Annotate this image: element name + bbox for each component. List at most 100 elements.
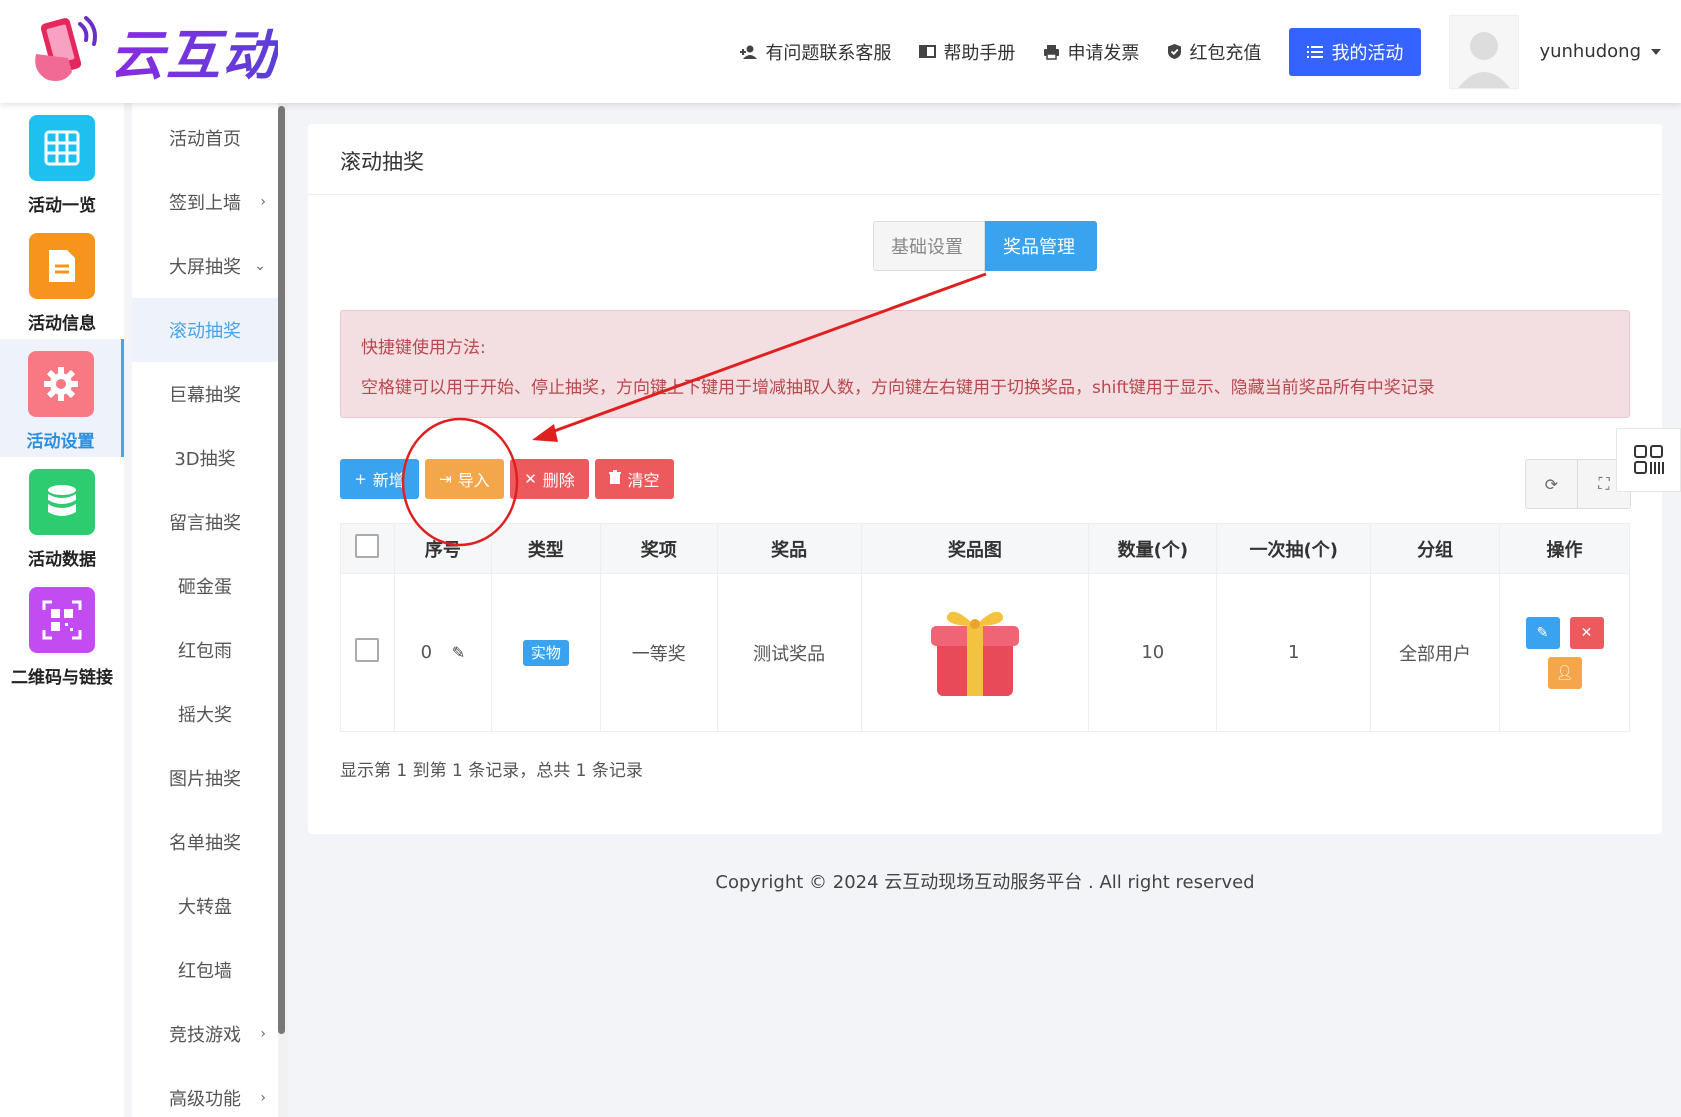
submenu-item-label: 竞技游戏	[169, 1025, 241, 1046]
top-header: 云互动 有问题联系客服 帮助手册 申请发票 红包充值 我的活动 yunhudon…	[0, 0, 1681, 103]
redpacket-recharge-label: 红包充值	[1189, 42, 1262, 64]
submenu-item-label: 高级功能	[169, 1089, 241, 1110]
submenu-item-redpacket-rain[interactable]: 红包雨	[132, 618, 278, 682]
submenu-item-scroll-lottery[interactable]: 滚动抽奖	[132, 298, 278, 362]
sidebar-item-qrcode-links[interactable]: 二维码与链接	[0, 575, 124, 693]
award-cell: 一等奖	[599, 573, 718, 732]
printer-icon	[1044, 44, 1060, 60]
submenu-item-competitive-games[interactable]: 竞技游戏 ›	[132, 1002, 278, 1066]
floating-qrcode-button[interactable]	[1616, 428, 1681, 492]
column-header[interactable]: 奖品	[716, 523, 862, 574]
submenu-item-bigscreen-lottery[interactable]: 大屏抽奖 ⌄	[132, 234, 278, 298]
column-header[interactable]: 操作	[1499, 523, 1630, 574]
sidebar-item-activity-info[interactable]: 活动信息	[0, 221, 124, 339]
submenu-item-label: 留言抽奖	[169, 513, 241, 534]
delete-button[interactable]: ✕ 删除	[510, 459, 589, 499]
submenu-item-redpacket-wall[interactable]: 红包墙	[132, 938, 278, 1002]
sidebar-item-label: 二维码与链接	[11, 668, 113, 688]
chevron-right-icon: ›	[260, 1026, 266, 1042]
sidebar-item-label: 活动信息	[28, 314, 96, 334]
sidebar-item-activity-settings[interactable]: 活动设置	[0, 339, 124, 457]
submenu-item-label: 砸金蛋	[178, 577, 232, 598]
submenu-item-wheel[interactable]: 大转盘	[132, 874, 278, 938]
column-header[interactable]: 分组	[1370, 523, 1500, 574]
sidebar-item-label: 活动数据	[28, 550, 96, 570]
refresh-button[interactable]: ⟳	[1526, 460, 1578, 508]
gear-icon	[27, 351, 94, 417]
trash-icon	[609, 470, 622, 488]
column-header[interactable]: 奖项	[599, 523, 718, 574]
contact-support-link[interactable]: 有问题联系客服	[740, 39, 891, 65]
clear-button[interactable]: 清空	[595, 459, 674, 499]
prize-cell: 测试奖品	[716, 573, 862, 732]
quantity-cell: 10	[1088, 573, 1218, 732]
default-avatar-icon	[1458, 31, 1511, 88]
tab-basic-settings[interactable]: 基础设置	[873, 221, 985, 271]
chevron-down-icon	[1651, 48, 1661, 55]
submenu-item-shake-prize[interactable]: 摇大奖	[132, 682, 278, 746]
assign-user-button[interactable]: 👤︎	[1547, 656, 1582, 689]
select-all-checkbox[interactable]	[355, 534, 380, 558]
type-badge: 实物	[522, 640, 569, 666]
my-activity-button[interactable]: 我的活动	[1289, 27, 1422, 76]
toolbar: + 新增 ⇥ 导入 ✕ 删除 清空	[340, 459, 680, 499]
column-header[interactable]: 数量(个)	[1088, 523, 1218, 574]
column-header[interactable]: 奖品图	[860, 523, 1090, 574]
row-checkbox[interactable]	[355, 638, 380, 662]
column-header[interactable]: 类型	[490, 523, 601, 574]
submenu-item-label: 3D抽奖	[174, 449, 236, 470]
chevron-right-icon: ›	[260, 194, 266, 210]
submenu-item-giant-lottery[interactable]: 巨幕抽奖	[132, 362, 278, 426]
help-manual-link[interactable]: 帮助手册	[919, 39, 1015, 65]
row-select-cell	[340, 573, 395, 732]
add-button[interactable]: + 新增	[340, 459, 419, 499]
scrollbar-thumb[interactable]	[278, 106, 285, 1034]
redpacket-recharge-link[interactable]: 红包充值	[1167, 39, 1261, 65]
pagination-summary: 显示第 1 到第 1 条记录，总共 1 条记录	[340, 761, 643, 781]
list-icon	[1307, 45, 1324, 58]
submenu-item-3d-lottery[interactable]: 3D抽奖	[132, 426, 278, 490]
submenu-item-message-lottery[interactable]: 留言抽奖	[132, 490, 278, 554]
alert-title: 快捷键使用方法:	[361, 338, 486, 358]
qrcode-icon	[29, 587, 95, 653]
index-cell: 0 ✎	[393, 573, 492, 732]
grid-icon	[29, 115, 95, 181]
import-button[interactable]: ⇥ 导入	[425, 459, 504, 499]
type-cell: 实物	[490, 573, 601, 732]
submenu-item-label: 大屏抽奖	[169, 257, 241, 278]
database-icon	[29, 469, 95, 535]
gift-box-icon[interactable]	[923, 598, 1027, 702]
book-icon	[919, 45, 937, 58]
submenu-item-list-lottery[interactable]: 名单抽奖	[132, 810, 278, 874]
submenu-item-activity-home[interactable]: 活动首页	[132, 106, 278, 170]
sidebar-item-activity-list[interactable]: 活动一览	[0, 103, 124, 221]
table-row: 0 ✎ 实物 一等奖 测试奖品 10 1 全部用户 ✎ ✕ 👤︎	[340, 573, 1630, 732]
edit-button[interactable]: ✎	[1525, 616, 1560, 649]
logo[interactable]: 云互动	[28, 14, 278, 87]
submenu-item-label: 名单抽奖	[169, 833, 241, 854]
pencil-icon[interactable]: ✎	[452, 643, 465, 662]
tab-prize-management[interactable]: 奖品管理	[985, 221, 1097, 271]
help-manual-label: 帮助手册	[943, 42, 1016, 64]
close-icon: ✕	[524, 470, 537, 488]
contact-support-label: 有问题联系客服	[765, 42, 892, 64]
delete-row-button[interactable]: ✕	[1569, 616, 1604, 649]
group-cell: 全部用户	[1370, 573, 1500, 732]
apply-invoice-link[interactable]: 申请发票	[1043, 39, 1139, 65]
user-dropdown[interactable]: yunhudong	[1539, 41, 1661, 62]
plus-icon: +	[354, 470, 367, 488]
submenu-item-golden-egg[interactable]: 砸金蛋	[132, 554, 278, 618]
add-label: 新增	[372, 471, 405, 490]
avatar[interactable]	[1449, 14, 1520, 89]
sub-menu: 活动首页 签到上墙 › 大屏抽奖 ⌄ 滚动抽奖 巨幕抽奖 3D抽奖 留言抽奖 砸金蛋…	[132, 103, 288, 1117]
column-header[interactable]: 一次抽(个)	[1216, 523, 1372, 574]
submenu-item-image-lottery[interactable]: 图片抽奖	[132, 746, 278, 810]
submenu-item-advanced[interactable]: 高级功能 ›	[132, 1066, 278, 1117]
close-icon: ✕	[1580, 624, 1593, 641]
sidebar-item-label: 活动一览	[28, 196, 96, 216]
sidebar-item-activity-data[interactable]: 活动数据	[0, 457, 124, 575]
prize-table: 序号 类型 奖项 奖品 奖品图 数量(个) 一次抽(个) 分组 操作 0 ✎ 实…	[340, 523, 1630, 732]
submenu-item-checkin-wall[interactable]: 签到上墙 ›	[132, 170, 278, 234]
alert-body: 空格键可以用于开始、停止抽奖，方向键上下键用于增减抽取人数，方向键左右键用于切换…	[361, 378, 1435, 398]
column-header[interactable]: 序号	[393, 523, 492, 574]
